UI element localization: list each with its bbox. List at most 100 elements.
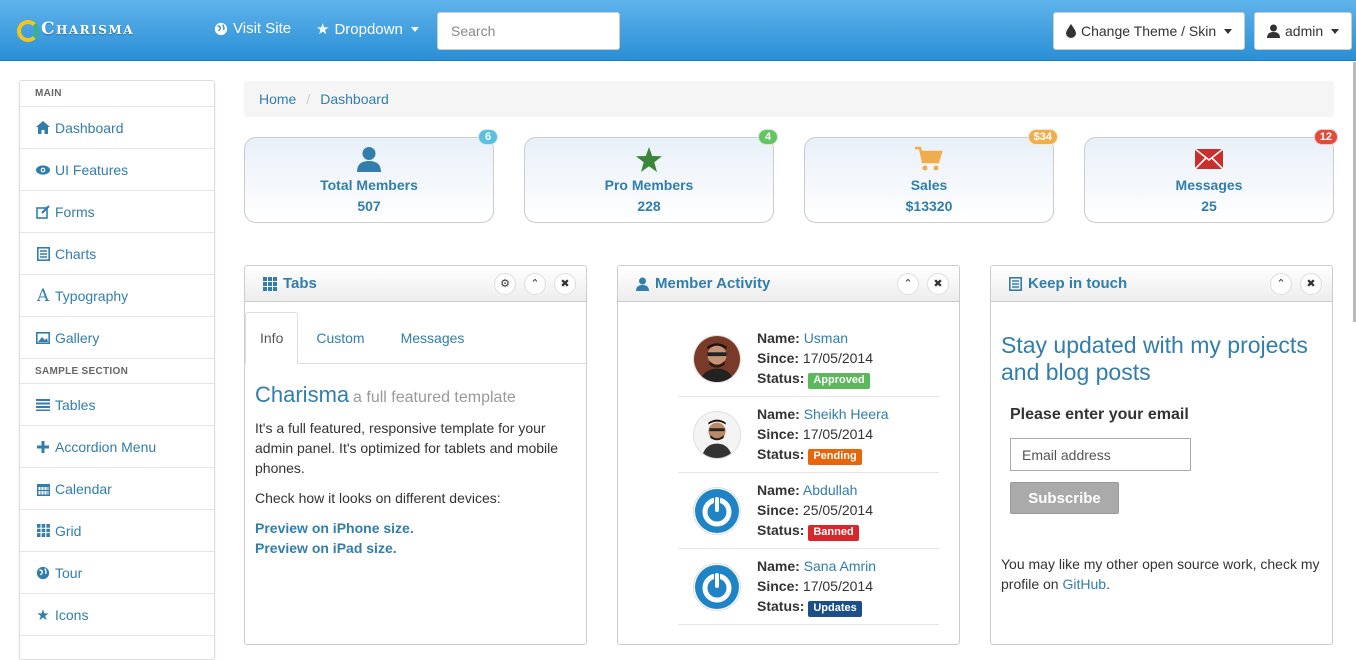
tab-custom[interactable]: Custom — [298, 312, 382, 363]
list-item: Name: Sana Amrin Since: 17/05/2014 Statu… — [678, 549, 939, 625]
tab-description: It's a full featured, responsive templat… — [255, 420, 559, 476]
stat-label: Messages — [1175, 177, 1243, 193]
sidebar: MAIN Dashboard UI Features Forms Charts … — [19, 80, 215, 660]
footer-text-body: You may like my other open source work, … — [1001, 556, 1320, 592]
stat-card-total-members[interactable]: 6 Total Members 507 — [244, 129, 498, 223]
list-alt-icon — [36, 246, 50, 261]
th-icon — [263, 276, 277, 291]
home-icon — [36, 121, 50, 134]
sidebar-item-label: Charts — [55, 245, 97, 262]
globe-icon — [36, 566, 50, 580]
collapse-button[interactable]: ⌃ — [1270, 272, 1292, 295]
sidebar-item-accordion-menu[interactable]: Accordion Menu — [20, 425, 214, 467]
sidebar-item-typography[interactable]: A Typography — [20, 274, 214, 316]
theme-label: Change Theme / Skin — [1081, 23, 1217, 39]
picture-icon — [36, 331, 50, 344]
envelope-icon — [1085, 144, 1333, 174]
sidebar-item-gallery[interactable]: Gallery — [20, 316, 214, 358]
brand[interactable]: Charisma — [15, 18, 134, 42]
since-label: Since: — [757, 350, 800, 366]
name-label: Name: — [757, 330, 800, 346]
stat-label: Pro Members — [604, 177, 694, 193]
member-name-link[interactable]: Sheikh Heera — [804, 406, 889, 422]
member-info: Name: Sheikh Heera Since: 17/05/2014 Sta… — [757, 404, 889, 465]
sidebar-item-icons[interactable]: ★ Icons — [20, 593, 214, 635]
notification-badge: 4 — [758, 129, 778, 145]
sidebar-item-forms[interactable]: Forms — [20, 190, 214, 232]
sidebar-item-calendar[interactable]: Calendar — [20, 467, 214, 509]
sidebar-item-grid[interactable]: Grid — [20, 509, 214, 551]
notification-badge: $34 — [1027, 129, 1058, 145]
panel-title-text: Member Activity — [655, 275, 771, 292]
search-input[interactable] — [437, 12, 620, 50]
admin-user-button[interactable]: admin — [1254, 12, 1353, 50]
stat-label: Total Members — [320, 177, 418, 193]
tabs-panel: Tabs ⚙ ⌃ ✖ Info Custom Messages Charisma… — [244, 265, 587, 645]
dropdown-menu[interactable]: ★ Dropdown — [316, 20, 419, 38]
sidebar-item-ui-features[interactable]: UI Features — [20, 148, 214, 190]
tab-content: Charisma a full featured template It's a… — [245, 364, 586, 576]
github-link[interactable]: GitHub — [1062, 576, 1106, 592]
status-label: Status: — [757, 598, 805, 614]
stat-value: 25 — [1201, 198, 1217, 214]
tab-info[interactable]: Info — [245, 312, 299, 364]
member-info: Name: Usman Since: 17/05/2014 Status: Ap… — [757, 328, 873, 389]
sidebar-item-label: Grid — [55, 522, 82, 539]
name-label: Name: — [757, 406, 800, 422]
status-label: Status: — [757, 522, 805, 538]
chevron-up-icon: ⌃ — [530, 278, 540, 290]
since-label: Since: — [757, 578, 800, 594]
member-since: 25/05/2014 — [802, 502, 873, 518]
close-button[interactable]: ✖ — [927, 272, 949, 295]
tab-heading-title: Charisma — [255, 382, 350, 407]
close-button[interactable]: ✖ — [1300, 272, 1322, 295]
avatar[interactable] — [693, 562, 741, 611]
sidebar-item-label: Calendar — [55, 480, 112, 497]
change-theme-button[interactable]: Change Theme / Skin — [1053, 12, 1246, 50]
collapse-button[interactable]: ⌃ — [897, 272, 919, 295]
breadcrumb-dashboard-link[interactable]: Dashboard — [320, 91, 389, 107]
preview-iphone-link[interactable]: Preview on iPhone size. — [255, 518, 576, 538]
stat-card-pro-members[interactable]: 4 Pro Members 228 — [524, 129, 778, 223]
stat-card-sales[interactable]: $34 Sales $13320 — [804, 129, 1058, 223]
sidebar-main-header: MAIN — [35, 88, 62, 99]
avatar[interactable] — [693, 334, 741, 383]
sidebar-item-cut-off[interactable] — [20, 635, 214, 659]
settings-button[interactable]: ⚙ — [494, 272, 516, 295]
sidebar-item-label: Icons — [55, 606, 89, 623]
stat-value: 228 — [637, 198, 661, 214]
font-icon: A — [36, 285, 50, 306]
tab-messages[interactable]: Messages — [383, 312, 483, 363]
member-since: 17/05/2014 — [802, 578, 873, 594]
status-badge: Updates — [808, 601, 862, 617]
member-info: Name: Abdullah Since: 25/05/2014 Status:… — [757, 480, 873, 541]
sidebar-item-charts[interactable]: Charts — [20, 232, 214, 274]
panel-header: Keep in touch ⌃ ✖ — [991, 266, 1332, 302]
member-name-link[interactable]: Abdullah — [803, 482, 858, 498]
sidebar-item-dashboard[interactable]: Dashboard — [20, 106, 214, 148]
close-button[interactable]: ✖ — [554, 272, 576, 295]
email-field[interactable] — [1010, 438, 1191, 471]
stat-card-messages[interactable]: 12 Messages 25 — [1084, 129, 1338, 223]
stat-label: Sales — [910, 177, 948, 193]
footer-text: You may like my other open source work, … — [1001, 554, 1322, 594]
power-icon — [695, 488, 739, 533]
th-icon — [36, 524, 50, 537]
chevron-up-icon: ⌃ — [903, 278, 913, 290]
breadcrumb-home-link[interactable]: Home — [259, 91, 296, 107]
subscribe-button[interactable]: Subscribe — [1010, 482, 1119, 514]
avatar[interactable] — [693, 486, 741, 535]
member-name-link[interactable]: Sana Amrin — [804, 558, 876, 574]
sidebar-item-label: Gallery — [55, 329, 100, 346]
visit-site-link[interactable]: Visit Site — [214, 20, 291, 37]
since-label: Since: — [757, 426, 800, 442]
sidebar-item-tables[interactable]: Tables — [20, 383, 214, 425]
panel-title: Member Activity — [636, 275, 889, 292]
collapse-button[interactable]: ⌃ — [524, 272, 546, 295]
sidebar-item-tour[interactable]: Tour — [20, 551, 214, 593]
preview-ipad-link[interactable]: Preview on iPad size. — [255, 538, 576, 558]
avatar[interactable] — [693, 410, 741, 459]
list-item: Name: Abdullah Since: 25/05/2014 Status:… — [678, 473, 939, 549]
member-name-link[interactable]: Usman — [804, 330, 848, 346]
globe-icon — [214, 22, 228, 35]
